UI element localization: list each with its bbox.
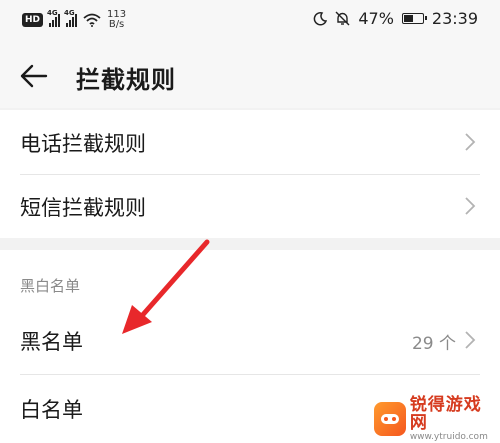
battery-percent: 47% (358, 9, 394, 28)
watermark: 锐得游戏网 www.ytruido.com (374, 396, 494, 442)
call-rules-item[interactable]: 电话拦截规则 (0, 110, 500, 174)
chevron-right-icon (465, 133, 476, 151)
watermark-text: 锐得游戏网 www.ytruido.com (410, 396, 494, 442)
clock: 23:39 (431, 9, 478, 28)
blacklist-count: 29 个 (411, 334, 456, 354)
page-title: 拦截规则 (76, 66, 176, 94)
watermark-title: 锐得游戏网 (409, 395, 482, 433)
signal-icon: 4G (47, 9, 61, 27)
watermark-logo-icon (374, 402, 406, 436)
back-arrow-icon (20, 64, 48, 88)
blacklist-item[interactable]: 黑名单 29 个 (0, 308, 500, 372)
title-bar: 拦截规则 (0, 40, 500, 108)
rules-card: 电话拦截规则 短信拦截规则 (0, 110, 500, 238)
sms-rules-label: 短信拦截规则 (20, 196, 146, 220)
mute-bell-icon (335, 11, 350, 26)
divider (20, 374, 480, 375)
network-speed: 113 B/s (107, 10, 126, 30)
sms-rules-item[interactable]: 短信拦截规则 (0, 174, 500, 238)
call-rules-label: 电话拦截规则 (20, 132, 146, 156)
network-type-label-2: 4G (64, 9, 75, 17)
chevron-right-icon (465, 331, 476, 349)
back-button[interactable] (18, 60, 50, 92)
status-bar: HD 4G 4G 113 B/s 47% 23:39 (0, 0, 500, 40)
chevron-right-icon (465, 197, 476, 215)
network-type-label: 4G (47, 9, 58, 17)
blacklist-label: 黑名单 (20, 330, 83, 354)
signal-icon-2: 4G (64, 9, 78, 27)
wifi-icon (83, 13, 101, 27)
whitelist-label: 白名单 (20, 398, 83, 422)
speed-unit: B/s (108, 19, 125, 30)
watermark-url: www.ytruido.com (409, 432, 488, 442)
hd-icon: HD (22, 13, 44, 27)
status-left: HD 4G 4G 113 B/s (22, 9, 126, 30)
battery-icon (401, 13, 427, 24)
moon-icon (314, 11, 328, 25)
section-header: 黑白名单 (20, 277, 81, 295)
status-right: 47% 23:39 (313, 9, 478, 28)
